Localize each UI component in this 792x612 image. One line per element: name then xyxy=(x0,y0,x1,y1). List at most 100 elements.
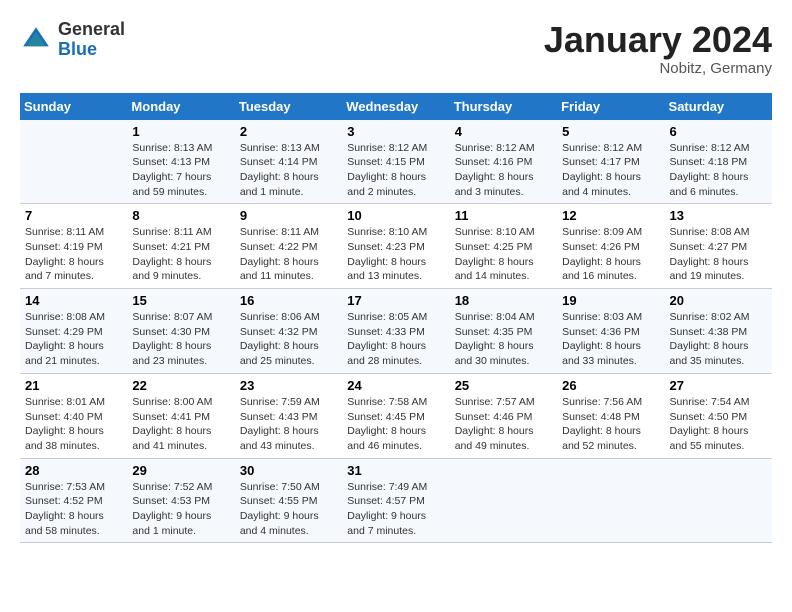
week-row-4: 21 Sunrise: 8:01 AM Sunset: 4:40 PM Dayli… xyxy=(20,373,772,458)
day-info: Sunrise: 8:10 AM Sunset: 4:25 PM Dayligh… xyxy=(455,225,552,284)
calendar-cell: 25 Sunrise: 7:57 AM Sunset: 4:46 PM Dayli… xyxy=(450,373,557,458)
calendar-cell: 27 Sunrise: 7:54 AM Sunset: 4:50 PM Dayli… xyxy=(665,373,772,458)
calendar-cell: 14Sunrise: 8:08 AM Sunset: 4:29 PM Dayli… xyxy=(20,289,127,374)
day-number: 22 xyxy=(132,378,229,393)
week-row-5: 28 Sunrise: 7:53 AM Sunset: 4:52 PM Dayli… xyxy=(20,458,772,543)
day-number: 13 xyxy=(670,208,767,223)
calendar-cell: 29Sunrise: 7:52 AM Sunset: 4:53 PM Dayli… xyxy=(127,458,234,543)
calendar-cell: 16Sunrise: 8:06 AM Sunset: 4:32 PM Dayli… xyxy=(235,289,342,374)
column-header-monday: Monday xyxy=(127,93,234,120)
day-info: Sunrise: 7:50 AM Sunset: 4:55 PM Dayligh… xyxy=(240,480,337,539)
column-header-saturday: Saturday xyxy=(665,93,772,120)
column-header-tuesday: Tuesday xyxy=(235,93,342,120)
day-number: 2 xyxy=(240,124,337,139)
day-info: Sunrise: 8:09 AM Sunset: 4:26 PM Dayligh… xyxy=(562,225,659,284)
column-header-wednesday: Wednesday xyxy=(342,93,449,120)
calendar-cell: 18 Sunrise: 8:04 AM Sunset: 4:35 PM Dayli… xyxy=(450,289,557,374)
day-info: Sunrise: 8:08 AM Sunset: 4:27 PM Dayligh… xyxy=(670,225,767,284)
calendar-cell: 10 Sunrise: 8:10 AM Sunset: 4:23 PM Dayli… xyxy=(342,204,449,289)
day-info: Sunrise: 8:11 AM Sunset: 4:21 PM Dayligh… xyxy=(132,225,229,284)
day-info: Sunrise: 8:11 AM Sunset: 4:19 PM Dayligh… xyxy=(25,225,122,284)
day-info: Sunrise: 7:53 AM Sunset: 4:52 PM Dayligh… xyxy=(25,480,122,539)
day-number: 7 xyxy=(25,208,122,223)
day-info: Sunrise: 8:03 AM Sunset: 4:36 PM Dayligh… xyxy=(562,310,659,369)
day-info: Sunrise: 8:04 AM Sunset: 4:35 PM Dayligh… xyxy=(455,310,552,369)
location: Nobitz, Germany xyxy=(544,60,772,77)
calendar-cell: 31Sunrise: 7:49 AM Sunset: 4:57 PM Dayli… xyxy=(342,458,449,543)
day-info: Sunrise: 8:12 AM Sunset: 4:17 PM Dayligh… xyxy=(562,141,659,200)
calendar-cell: 19 Sunrise: 8:03 AM Sunset: 4:36 PM Dayli… xyxy=(557,289,664,374)
day-number: 29 xyxy=(132,463,229,478)
day-info: Sunrise: 8:12 AM Sunset: 4:15 PM Dayligh… xyxy=(347,141,444,200)
week-row-1: 1 Sunrise: 8:13 AM Sunset: 4:13 PM Daylig… xyxy=(20,120,772,204)
column-header-friday: Friday xyxy=(557,93,664,120)
calendar-header-row: SundayMondayTuesdayWednesdayThursdayFrid… xyxy=(20,93,772,120)
day-info: Sunrise: 7:54 AM Sunset: 4:50 PM Dayligh… xyxy=(670,395,767,454)
day-number: 3 xyxy=(347,124,444,139)
calendar-cell xyxy=(665,458,772,543)
day-info: Sunrise: 8:12 AM Sunset: 4:16 PM Dayligh… xyxy=(455,141,552,200)
day-number: 23 xyxy=(240,378,337,393)
calendar-cell: 1 Sunrise: 8:13 AM Sunset: 4:13 PM Daylig… xyxy=(127,120,234,204)
day-number: 6 xyxy=(670,124,767,139)
logo-blue: Blue xyxy=(58,40,125,60)
day-number: 14 xyxy=(25,293,122,308)
calendar-cell: 15 Sunrise: 8:07 AM Sunset: 4:30 PM Dayli… xyxy=(127,289,234,374)
day-number: 8 xyxy=(132,208,229,223)
logo-text: General Blue xyxy=(58,20,125,60)
week-row-3: 14Sunrise: 8:08 AM Sunset: 4:29 PM Dayli… xyxy=(20,289,772,374)
calendar-cell: 6Sunrise: 8:12 AM Sunset: 4:18 PM Daylig… xyxy=(665,120,772,204)
day-info: Sunrise: 8:11 AM Sunset: 4:22 PM Dayligh… xyxy=(240,225,337,284)
day-number: 26 xyxy=(562,378,659,393)
day-number: 27 xyxy=(670,378,767,393)
calendar-cell: 2 Sunrise: 8:13 AM Sunset: 4:14 PM Daylig… xyxy=(235,120,342,204)
day-info: Sunrise: 8:13 AM Sunset: 4:14 PM Dayligh… xyxy=(240,141,337,200)
calendar-cell: 12Sunrise: 8:09 AM Sunset: 4:26 PM Dayli… xyxy=(557,204,664,289)
day-info: Sunrise: 8:01 AM Sunset: 4:40 PM Dayligh… xyxy=(25,395,122,454)
calendar-cell: 21 Sunrise: 8:01 AM Sunset: 4:40 PM Dayli… xyxy=(20,373,127,458)
day-number: 10 xyxy=(347,208,444,223)
day-info: Sunrise: 8:05 AM Sunset: 4:33 PM Dayligh… xyxy=(347,310,444,369)
day-number: 31 xyxy=(347,463,444,478)
week-row-2: 7 Sunrise: 8:11 AM Sunset: 4:19 PM Daylig… xyxy=(20,204,772,289)
column-header-sunday: Sunday xyxy=(20,93,127,120)
calendar-cell: 23 Sunrise: 7:59 AM Sunset: 4:43 PM Dayli… xyxy=(235,373,342,458)
calendar-cell: 26 Sunrise: 7:56 AM Sunset: 4:48 PM Dayli… xyxy=(557,373,664,458)
logo: General Blue xyxy=(20,20,125,60)
calendar-cell: 4Sunrise: 8:12 AM Sunset: 4:16 PM Daylig… xyxy=(450,120,557,204)
day-info: Sunrise: 8:07 AM Sunset: 4:30 PM Dayligh… xyxy=(132,310,229,369)
day-info: Sunrise: 8:13 AM Sunset: 4:13 PM Dayligh… xyxy=(132,141,229,200)
calendar-cell: 8 Sunrise: 8:11 AM Sunset: 4:21 PM Daylig… xyxy=(127,204,234,289)
day-number: 21 xyxy=(25,378,122,393)
calendar-cell: 30Sunrise: 7:50 AM Sunset: 4:55 PM Dayli… xyxy=(235,458,342,543)
day-info: Sunrise: 7:58 AM Sunset: 4:45 PM Dayligh… xyxy=(347,395,444,454)
calendar-table: SundayMondayTuesdayWednesdayThursdayFrid… xyxy=(20,93,772,544)
day-number: 16 xyxy=(240,293,337,308)
day-number: 11 xyxy=(455,208,552,223)
logo-icon xyxy=(20,24,52,56)
calendar-cell: 17Sunrise: 8:05 AM Sunset: 4:33 PM Dayli… xyxy=(342,289,449,374)
day-info: Sunrise: 7:57 AM Sunset: 4:46 PM Dayligh… xyxy=(455,395,552,454)
calendar-cell: 28 Sunrise: 7:53 AM Sunset: 4:52 PM Dayli… xyxy=(20,458,127,543)
day-number: 18 xyxy=(455,293,552,308)
column-header-thursday: Thursday xyxy=(450,93,557,120)
day-info: Sunrise: 7:56 AM Sunset: 4:48 PM Dayligh… xyxy=(562,395,659,454)
day-info: Sunrise: 8:00 AM Sunset: 4:41 PM Dayligh… xyxy=(132,395,229,454)
calendar-cell xyxy=(20,120,127,204)
calendar-cell: 9 Sunrise: 8:11 AM Sunset: 4:22 PM Daylig… xyxy=(235,204,342,289)
day-info: Sunrise: 8:02 AM Sunset: 4:38 PM Dayligh… xyxy=(670,310,767,369)
day-info: Sunrise: 8:10 AM Sunset: 4:23 PM Dayligh… xyxy=(347,225,444,284)
day-number: 15 xyxy=(132,293,229,308)
calendar-cell: 5 Sunrise: 8:12 AM Sunset: 4:17 PM Daylig… xyxy=(557,120,664,204)
calendar-cell xyxy=(450,458,557,543)
day-number: 19 xyxy=(562,293,659,308)
day-number: 9 xyxy=(240,208,337,223)
day-number: 5 xyxy=(562,124,659,139)
day-number: 25 xyxy=(455,378,552,393)
calendar-cell: 13 Sunrise: 8:08 AM Sunset: 4:27 PM Dayli… xyxy=(665,204,772,289)
day-info: Sunrise: 7:59 AM Sunset: 4:43 PM Dayligh… xyxy=(240,395,337,454)
calendar-cell xyxy=(557,458,664,543)
calendar-cell: 7 Sunrise: 8:11 AM Sunset: 4:19 PM Daylig… xyxy=(20,204,127,289)
day-number: 28 xyxy=(25,463,122,478)
day-number: 1 xyxy=(132,124,229,139)
